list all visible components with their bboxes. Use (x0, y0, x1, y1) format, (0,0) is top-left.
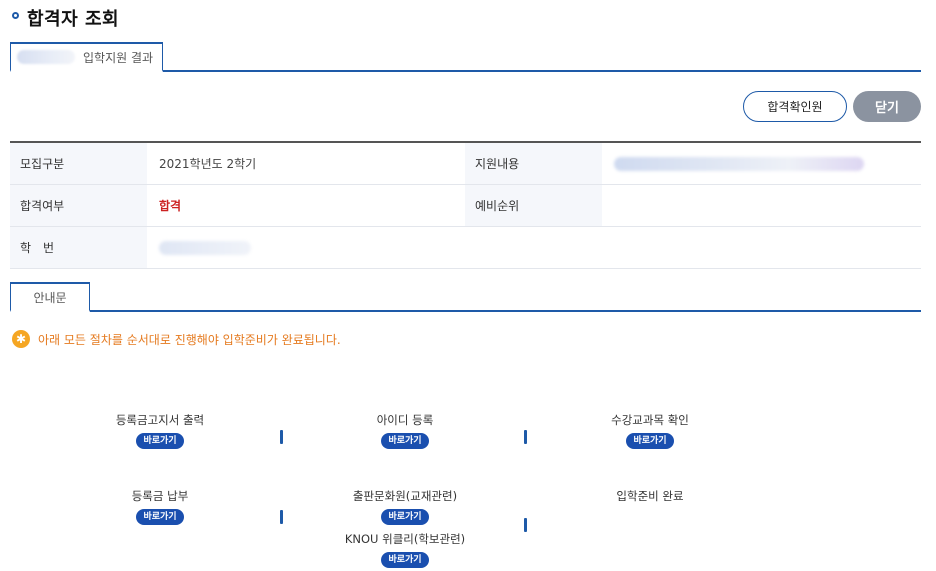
recruit-type-value: 2021학년도 2학기 (159, 157, 257, 171)
step-separator (524, 518, 527, 532)
step-label: 아이디 등록 (376, 413, 434, 427)
go-button[interactable]: 바로가기 (381, 552, 429, 568)
tab-guide[interactable]: 안내문 (10, 282, 90, 312)
redacted-name (17, 50, 75, 64)
table-row: 학 번 (10, 227, 921, 269)
tab-application-result[interactable]: 입학지원 결과 (10, 42, 163, 72)
redacted-content (614, 156, 864, 171)
apply-content-label: 지원내용 (465, 143, 602, 184)
pass-certificate-button[interactable]: 합격확인원 (743, 91, 847, 122)
asterisk-icon: ✱ (12, 330, 30, 348)
student-id-value (147, 227, 921, 268)
close-button[interactable]: 닫기 (853, 91, 921, 122)
go-button[interactable]: 바로가기 (136, 433, 184, 449)
guide-tabbar: 안내문 (10, 282, 921, 312)
notice-line: ✱ 아래 모든 절차를 순서대로 진행해야 입학준비가 완료됩니다. (12, 330, 341, 348)
notice-text: 아래 모든 절차를 순서대로 진행해야 입학준비가 완료됩니다. (38, 332, 341, 347)
waitlist-rank-label: 예비순위 (465, 185, 602, 226)
pass-status-label: 합격여부 (10, 185, 147, 226)
recruit-type-label: 모집구분 (10, 143, 147, 184)
redacted-student-id (159, 240, 251, 255)
step-separator (280, 510, 283, 524)
step-label: KNOU 위클리(학보관련) (344, 532, 466, 546)
step-label: 출판문화원(교재관련) (352, 489, 458, 503)
tab-label: 입학지원 결과 (83, 50, 154, 65)
table-row: 모집구분 2021학년도 2학기 지원내용 (10, 143, 921, 185)
step-label: 수강교과목 확인 (611, 413, 689, 427)
go-button[interactable]: 바로가기 (381, 433, 429, 449)
apply-content-value (602, 143, 921, 184)
step-tuition-payment: 등록금 납부 바로가기 (70, 488, 250, 531)
go-button[interactable]: 바로가기 (626, 433, 674, 449)
step-prep-complete: 입학준비 완료 (560, 488, 740, 508)
step-label: 등록금고지서 출력 (115, 413, 205, 427)
step-course-check: 수강교과목 확인 바로가기 (560, 412, 740, 455)
step-label: 입학준비 완료 (616, 489, 684, 503)
step-tuition-notice: 등록금고지서 출력 바로가기 (70, 412, 250, 455)
page-title: 합격자 조회 (27, 9, 120, 30)
go-button[interactable]: 바로가기 (381, 509, 429, 525)
step-publishing: 출판문화원(교재관련) 바로가기 KNOU 위클리(학보관련) 바로가기 (315, 488, 495, 571)
step-id-register: 아이디 등록 바로가기 (315, 412, 495, 455)
step-label: 등록금 납부 (131, 489, 189, 503)
pass-status-value: 합격 (159, 199, 182, 213)
action-buttons: 합격확인원 닫기 (743, 91, 921, 122)
student-id-label: 학 번 (10, 227, 147, 268)
result-info-table: 모집구분 2021학년도 2학기 지원내용 합격여부 합격 예비순위 학 번 (10, 141, 921, 269)
step-separator (524, 430, 527, 444)
result-tabbar: 입학지원 결과 (10, 42, 921, 72)
go-button[interactable]: 바로가기 (136, 509, 184, 525)
title-bullet-icon (12, 11, 19, 19)
page-title-area: 합격자 조회 (12, 4, 119, 32)
waitlist-rank-value (602, 185, 921, 226)
step-separator (280, 430, 283, 444)
table-row: 합격여부 합격 예비순위 (10, 185, 921, 227)
